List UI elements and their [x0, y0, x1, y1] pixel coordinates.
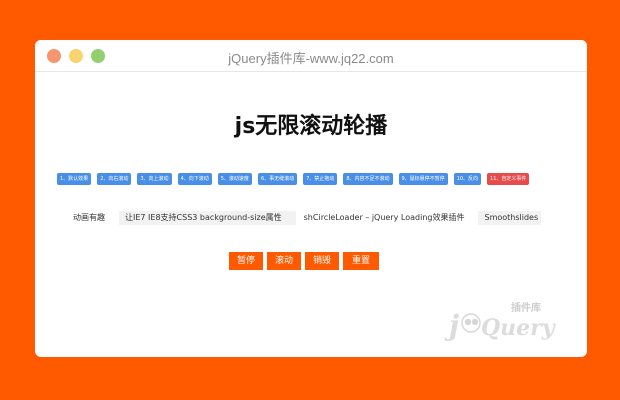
option-button-custom-event[interactable]: 11、自定义事件 — [487, 173, 530, 185]
pause-button[interactable]: 暂停 — [229, 252, 263, 270]
option-button-default[interactable]: 1、默认效果 — [57, 173, 92, 185]
marquee-item[interactable]: shCircleLoader – jQuery Loading效果插件 — [304, 211, 479, 225]
jquery-logo: j Query 插件库 — [444, 301, 557, 341]
option-button-seamless[interactable]: 6、事无缝滚动 — [257, 173, 298, 185]
option-button-hover-no-pause[interactable]: 9、鼠标悬停不暂停 — [398, 173, 448, 185]
option-button-scroll-right[interactable]: 2、向右滚动 — [97, 173, 132, 185]
scrolling-marquee[interactable]: 动画有趣 让IE7 IE8支持CSS3 background-size属性 sh… — [73, 211, 541, 225]
scroll-button[interactable]: 滚动 — [267, 252, 301, 270]
option-button-reverse[interactable]: 10、反向 — [453, 173, 482, 185]
window-titlebar: jQuery插件库-www.jq22.com — [35, 40, 587, 72]
logo-brand-text: Query — [481, 315, 557, 341]
option-button-row: 1、默认效果 2、向右滚动 3、向上滚动 4、向下滚动 5、滚动速度 6、事无缝… — [57, 173, 530, 185]
svg-text:j: j — [444, 309, 459, 341]
option-button-insufficient-content[interactable]: 8、内容不足不滚动 — [343, 173, 393, 185]
window-title: jQuery插件库-www.jq22.com — [228, 51, 394, 66]
marquee-item[interactable]: 让IE7 IE8支持CSS3 background-size属性 — [119, 211, 296, 225]
option-button-scroll-down[interactable]: 4、向下滚动 — [177, 173, 212, 185]
logo-tagline-text: 插件库 — [511, 301, 541, 314]
option-button-speed[interactable]: 5、滚动速度 — [217, 173, 252, 185]
reset-button[interactable]: 重置 — [343, 252, 379, 270]
page-title: js无限滚动轮播 — [234, 114, 388, 139]
marquee-item[interactable]: 动画有趣 — [73, 211, 119, 225]
marquee-item[interactable]: Smoothslides – 巴 — [478, 211, 541, 225]
action-button-row: 暂停 滚动 销毁 重置 — [229, 252, 379, 270]
option-button-scroll-up[interactable]: 3、向上滚动 — [137, 173, 172, 185]
browser-window: jQuery插件库-www.jq22.com js无限滚动轮播 1、默认效果 2… — [35, 40, 587, 357]
option-button-no-drag[interactable]: 7、禁止拖动 — [303, 173, 338, 185]
destroy-button[interactable]: 销毁 — [305, 252, 339, 270]
